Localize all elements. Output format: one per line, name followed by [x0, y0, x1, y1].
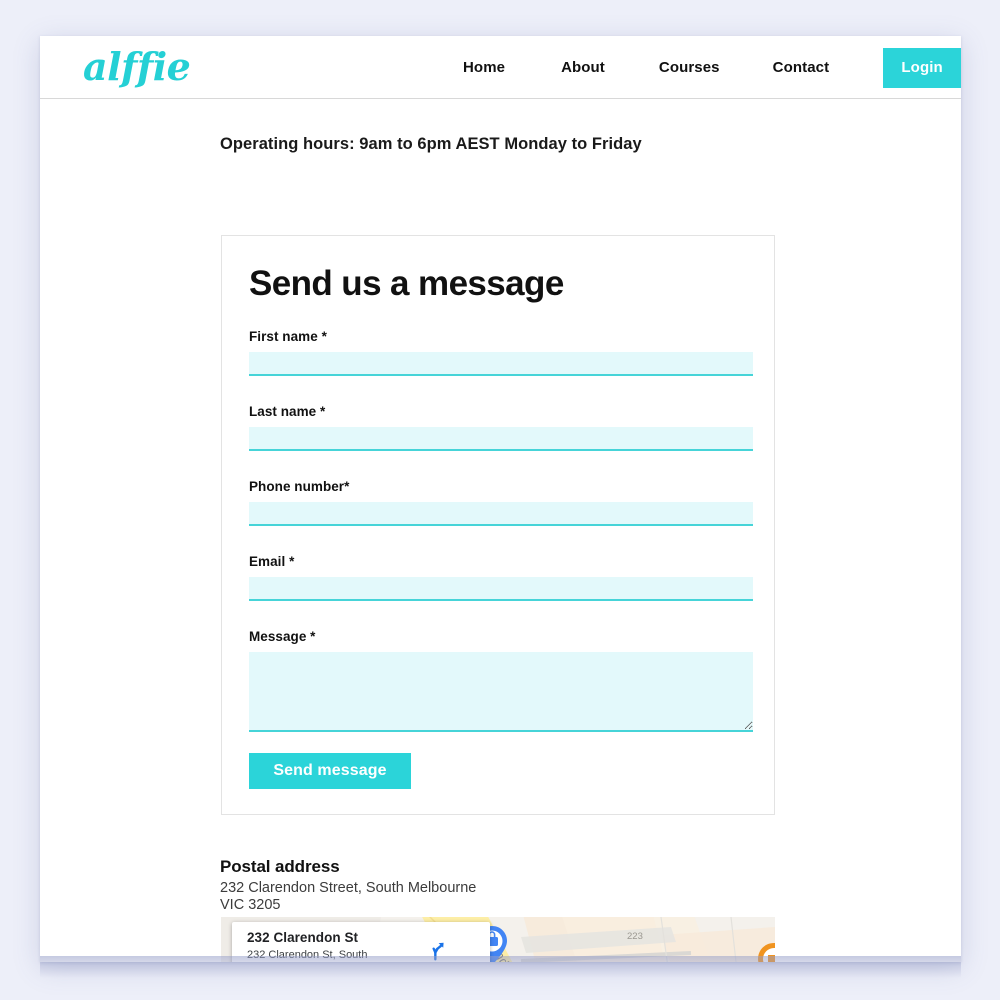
operating-hours-text: Operating hours: 9am to 6pm AEST Monday … — [220, 135, 642, 153]
field-email: Email * — [249, 554, 753, 601]
email-input[interactable] — [249, 577, 753, 601]
message-textarea[interactable] — [249, 652, 753, 732]
site-logo[interactable]: alffie — [83, 42, 191, 92]
directions-icon — [432, 942, 444, 961]
field-message: Message * — [249, 629, 753, 732]
postal-address-line-1: 232 Clarendon Street, South Melbourne — [220, 880, 477, 896]
site-header: alffie Home About Courses Contact Login — [40, 36, 961, 99]
postal-address-block: Postal address 232 Clarendon Street, Sou… — [220, 857, 740, 913]
phone-number-input[interactable] — [249, 502, 753, 526]
screenshot-viewport: alffie Home About Courses Contact Login … — [0, 0, 1000, 1000]
directions-button[interactable]: Directions — [428, 940, 480, 962]
map-info-title: 232 Clarendon St — [247, 930, 359, 945]
first-name-input[interactable] — [249, 352, 753, 376]
postal-address-line-2: VIC 3205 — [220, 896, 281, 913]
map-info-address-line-1: 232 Clarendon St, South Melbourne — [247, 949, 368, 961]
contact-form-card: Send us a message First name * Last name… — [221, 235, 775, 815]
nav-item-contact[interactable]: Contact — [773, 59, 830, 76]
form-title: Send us a message — [249, 264, 564, 303]
label-first-name: First name * — [249, 329, 327, 344]
map-info-card: 232 Clarendon St 232 Clarendon St, South… — [232, 922, 490, 962]
map-label-223: 223 — [627, 931, 643, 942]
page-card: alffie Home About Courses Contact Login … — [40, 36, 961, 962]
nav-item-home[interactable]: Home — [463, 59, 505, 76]
label-email: Email * — [249, 554, 295, 569]
label-phone-number: Phone number* — [249, 479, 350, 494]
send-message-button[interactable]: Send message — [249, 753, 411, 789]
postal-address-title: Postal address — [220, 857, 340, 876]
main-navigation: Home About Courses Contact Login — [440, 36, 961, 99]
login-button[interactable]: Login — [883, 47, 961, 88]
label-last-name: Last name * — [249, 404, 326, 419]
label-message: Message * — [249, 629, 316, 644]
embedded-map[interactable]: Clarendon St 223 229 Colonel St Ali Coff… — [221, 917, 775, 962]
nav-item-about[interactable]: About — [561, 59, 605, 76]
field-first-name: First name * — [249, 329, 753, 376]
field-phone-number: Phone number* — [249, 479, 753, 526]
nav-item-courses[interactable]: Courses — [659, 59, 720, 76]
map-info-address: 232 Clarendon St, South Melbourne VIC 32… — [247, 949, 422, 962]
last-name-input[interactable] — [249, 427, 753, 451]
field-last-name: Last name * — [249, 404, 753, 451]
